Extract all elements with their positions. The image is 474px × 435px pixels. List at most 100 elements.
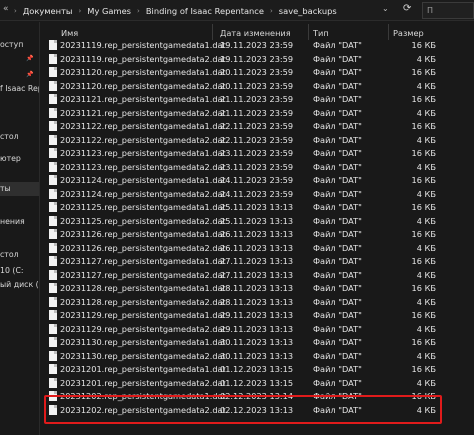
file-icon [49,40,57,50]
nav-item-quick-access[interactable]: оступ [0,38,39,52]
file-row[interactable]: 20231201.rep_persistentgamedata1.dat 01.1… [40,362,474,376]
file-name: 20231124.rep_persistentgamedata2.dat [60,188,226,199]
breadcrumb-my-games[interactable]: My Games [87,6,131,16]
file-icon [49,94,57,104]
file-size: 4 КБ [416,215,436,226]
file-size: 16 КБ [411,283,436,293]
file-name: 20231130.rep_persistentgamedata2.dat [60,350,226,361]
file-icon [49,134,57,145]
file-row[interactable]: 20231130.rep_persistentgamedata1.dat 30.1… [40,335,474,349]
file-type: Файл "DAT" [313,323,362,334]
nav-item-label: ый диск (D [0,280,39,289]
file-name: 20231128.rep_persistentgamedata1.dat [60,283,226,293]
file-row[interactable]: 20231129.rep_persistentgamedata2.dat 29.1… [40,322,474,336]
nav-item-pinned[interactable]: 📌 [0,52,39,66]
column-size[interactable]: Размер [393,28,424,38]
file-type: Файл "DAT" [313,242,362,253]
file-row[interactable]: 20231202.rep_persistentgamedata1.dat 02.1… [40,389,474,403]
file-row[interactable]: 20231123.rep_persistentgamedata1.dat 23.1… [40,146,474,160]
file-row[interactable]: 20231125.rep_persistentgamedata1.dat 25.1… [40,200,474,214]
file-row[interactable]: 20231120.rep_persistentgamedata1.dat 20.1… [40,65,474,79]
file-row[interactable]: 20231129.rep_persistentgamedata1.dat 29.1… [40,308,474,322]
file-row[interactable]: 20231128.rep_persistentgamedata1.dat 28.1… [40,281,474,295]
file-size: 4 КБ [416,269,436,280]
file-name: 20231128.rep_persistentgamedata2.dat [60,296,226,307]
file-row[interactable]: 20231130.rep_persistentgamedata2.dat 30.1… [40,349,474,363]
column-type[interactable]: Тип [313,28,329,38]
file-date: 27.11.2023 13:13 [220,256,294,266]
nav-item-documents[interactable]: ты [0,182,39,196]
file-date: 25.11.2023 13:13 [220,202,294,212]
breadcrumb-separator-icon: › [78,6,82,15]
file-size: 16 КБ [411,40,436,50]
file-name: 20231120.rep_persistentgamedata2.dat [60,80,226,91]
file-name: 20231121.rep_persistentgamedata2.dat [60,107,226,118]
file-date: 30.11.2023 13:13 [220,337,294,347]
file-name: 20231125.rep_persistentgamedata2.dat [60,215,226,226]
refresh-icon[interactable]: ⟳ [403,3,411,14]
file-row[interactable]: 20231126.rep_persistentgamedata1.dat 26.1… [40,227,474,241]
file-name: 20231201.rep_persistentgamedata1.dat [60,364,226,374]
file-date: 30.11.2023 13:13 [220,350,294,361]
file-size: 4 КБ [416,350,436,361]
file-name: 20231202.rep_persistentgamedata2.dat [60,404,226,415]
nav-item-drive-c[interactable]: 10 (C: [0,264,39,278]
file-date: 19.11.2023 23:59 [220,40,294,50]
file-date: 23.11.2023 23:59 [220,161,294,172]
file-type: Файл "DAT" [313,283,362,293]
file-row[interactable]: 20231123.rep_persistentgamedata2.dat 23.1… [40,160,474,174]
file-row[interactable]: 20231127.rep_persistentgamedata1.dat 27.1… [40,254,474,268]
file-row[interactable]: 20231126.rep_persistentgamedata2.dat 26.1… [40,241,474,255]
navigation-pane: оступ 📌 📌 f Isaac Rep стол ютер ты нения… [0,22,40,435]
file-type: Файл "DAT" [313,175,362,185]
column-name[interactable]: Имя [61,28,78,38]
file-type: Файл "DAT" [313,94,362,104]
file-row[interactable]: 20231128.rep_persistentgamedata2.dat 28.1… [40,295,474,309]
nav-item-isaac[interactable]: f Isaac Rep [0,82,39,96]
nav-item-pinned[interactable]: 📌 [0,68,39,82]
column-date[interactable]: Дата изменения [220,28,291,38]
nav-item-desktop-2[interactable]: стол [0,248,39,262]
nav-item-desktop[interactable]: стол [0,130,39,144]
breadcrumb-separator-icon: › [269,6,273,15]
file-row[interactable]: 20231121.rep_persistentgamedata2.dat 21.1… [40,106,474,120]
nav-item-downloads[interactable]: нения [0,215,39,229]
file-date: 19.11.2023 23:59 [220,53,294,64]
chevron-left-icon[interactable]: « [3,4,9,14]
nav-item-label: нения [0,217,25,226]
nav-item-drive-d[interactable]: ый диск (D [0,278,39,292]
file-row[interactable]: 20231127.rep_persistentgamedata2.dat 27.1… [40,268,474,282]
file-row[interactable]: 20231125.rep_persistentgamedata2.dat 25.1… [40,214,474,228]
file-name: 20231123.rep_persistentgamedata2.dat [60,161,226,172]
file-date: 22.11.2023 23:59 [220,134,294,145]
file-row[interactable]: 20231122.rep_persistentgamedata2.dat 22.1… [40,133,474,147]
file-date: 02.12.2023 13:14 [220,391,294,401]
breadcrumb-documents[interactable]: Документы [23,6,73,16]
file-row[interactable]: 20231122.rep_persistentgamedata1.dat 22.1… [40,119,474,133]
file-row[interactable]: 20231119.rep_persistentgamedata2.dat 19.1… [40,52,474,66]
file-row[interactable]: 20231202.rep_persistentgamedata2.dat 02.1… [40,403,474,417]
file-date: 24.11.2023 23:59 [220,175,294,185]
file-icon [49,283,57,293]
file-row[interactable]: 20231201.rep_persistentgamedata2.dat 01.1… [40,376,474,390]
nav-item-computer[interactable]: ютер [0,152,39,166]
file-row[interactable]: 20231124.rep_persistentgamedata1.dat 24.1… [40,173,474,187]
file-date: 21.11.2023 23:59 [220,107,294,118]
file-name: 20231121.rep_persistentgamedata1.dat [60,94,226,104]
breadcrumb-binding-of-isaac[interactable]: Binding of Isaac Repentance [146,6,264,16]
file-row[interactable]: 20231124.rep_persistentgamedata2.dat 24.1… [40,187,474,201]
file-row[interactable]: 20231121.rep_persistentgamedata1.dat 21.1… [40,92,474,106]
file-type: Файл "DAT" [313,40,362,50]
file-icon [49,337,57,347]
file-name: 20231201.rep_persistentgamedata2.dat [60,377,226,388]
file-size: 16 КБ [411,391,436,401]
file-row[interactable]: 20231120.rep_persistentgamedata2.dat 20.1… [40,79,474,93]
search-input[interactable]: П [422,2,474,19]
chevron-down-icon[interactable]: ⌄ [382,4,389,13]
file-row[interactable]: 20231119.rep_persistentgamedata1.dat 19.1… [40,38,474,52]
file-type: Файл "DAT" [313,107,362,118]
breadcrumb: › Документы › My Games › Binding of Isaa… [14,3,337,18]
file-size: 16 КБ [411,94,436,104]
file-size: 16 КБ [411,364,436,374]
breadcrumb-save-backups[interactable]: save_backups [279,6,337,16]
